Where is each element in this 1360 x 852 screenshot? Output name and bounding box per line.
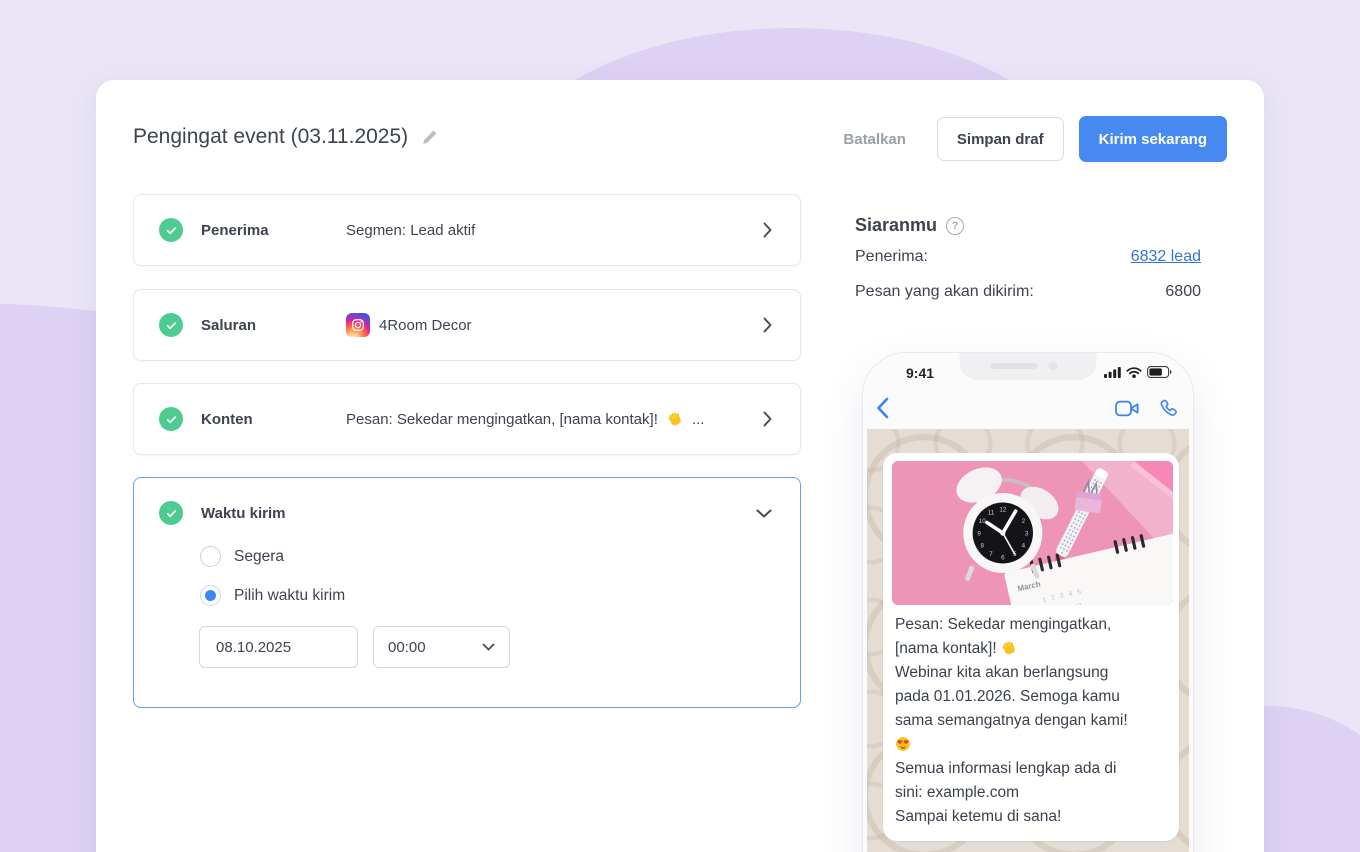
step-label: Waktu kirim — [201, 504, 286, 522]
svg-text:7: 7 — [989, 551, 993, 558]
date-input[interactable]: 08.10.2025 — [199, 626, 358, 668]
wave-emoji — [1002, 641, 1015, 655]
edit-title-pencil-icon[interactable] — [421, 129, 438, 146]
status-bar-time: 9:41 — [906, 365, 935, 381]
preview-photo: March 1 2 3 4 5 7 8 9 10 11 12 14 15 16 … — [892, 461, 1173, 605]
svg-text:8: 8 — [981, 542, 985, 549]
heart-eyes-emoji — [896, 737, 910, 751]
radio-label: Segera — [234, 547, 284, 565]
step-row[interactable]: Saluran 4Room Decor — [134, 290, 800, 360]
instagram-icon — [346, 313, 370, 337]
wifi-icon — [1126, 366, 1142, 378]
time-value: 00:00 — [388, 638, 426, 656]
step-card-konten[interactable]: Konten Pesan: Sekedar mengingatkan, [nam… — [133, 383, 801, 455]
phone-notch — [959, 353, 1097, 380]
svg-text:2: 2 — [1022, 518, 1026, 525]
time-select[interactable]: 00:00 — [373, 626, 510, 668]
page-title: Pengingat event (03.11.2025) — [133, 125, 438, 149]
chevron-down-icon — [756, 509, 772, 518]
messages-label: Pesan yang akan dikirim: — [855, 283, 1034, 300]
step-label: Konten — [201, 410, 253, 428]
radio-option-segera[interactable]: Segera — [200, 546, 284, 567]
step-value: Pesan: Sekedar mengingatkan, [nama konta… — [346, 410, 705, 428]
chat-background: March 1 2 3 4 5 7 8 9 10 11 12 14 15 16 … — [867, 429, 1189, 852]
svg-text:11: 11 — [988, 509, 995, 516]
check-icon — [159, 407, 183, 431]
video-call-icon — [1115, 400, 1139, 417]
summary-row-messages: Pesan yang akan dikirim: 6800 — [855, 283, 1201, 301]
step-card-penerima[interactable]: Penerima Segmen: Lead aktif — [133, 194, 801, 266]
date-value: 08.10.2025 — [216, 638, 292, 656]
recipients-count-link[interactable]: 6832 lead — [1131, 248, 1201, 266]
chat-header-icons — [1115, 399, 1178, 418]
check-icon — [159, 501, 183, 525]
page-background: Pengingat event (03.11.2025) Batalkan Si… — [0, 0, 1360, 852]
cancel-button[interactable]: Batalkan — [837, 130, 912, 149]
battery-icon — [1147, 366, 1172, 378]
svg-text:6: 6 — [1001, 554, 1005, 561]
radio-icon-unselected[interactable] — [200, 546, 221, 567]
summary-title-text: Siaranmu — [855, 215, 938, 235]
step-card-waktu-kirim: Waktu kirim Segera Pilih waktu kirim 08.… — [133, 477, 801, 708]
step-label: Penerima — [201, 221, 269, 239]
step-value: 4Room Decor — [346, 313, 751, 337]
summary-row-recipients: Penerima: 6832 lead — [855, 248, 1201, 266]
campaign-title-text: Pengingat event (03.11.2025) — [133, 125, 409, 148]
signal-icon — [1104, 366, 1121, 378]
recipients-label: Penerima: — [855, 248, 928, 265]
waktu-kirim-header[interactable]: Waktu kirim — [159, 501, 772, 525]
message-bubble: March 1 2 3 4 5 7 8 9 10 11 12 14 15 16 … — [883, 453, 1179, 841]
step-row[interactable]: Penerima Segmen: Lead aktif — [134, 195, 800, 265]
campaign-editor-card: Pengingat event (03.11.2025) Batalkan Si… — [96, 80, 1264, 852]
check-icon — [159, 313, 183, 337]
svg-text:4: 4 — [1022, 542, 1026, 549]
send-now-button[interactable]: Kirim sekarang — [1078, 116, 1227, 162]
help-icon[interactable]: ? — [946, 216, 965, 235]
wave-emoji — [668, 412, 681, 426]
step-card-saluran[interactable]: Saluran 4Room Decor — [133, 289, 801, 361]
save-draft-button[interactable]: Simpan draf — [936, 117, 1064, 161]
svg-text:3: 3 — [1025, 530, 1029, 537]
summary-title: Siaranmu ? — [855, 215, 965, 236]
back-chevron-icon — [876, 397, 889, 419]
chevron-down-icon — [482, 643, 495, 651]
messages-count: 6800 — [1165, 283, 1201, 300]
status-bar-icons — [1104, 366, 1172, 378]
svg-text:10: 10 — [979, 518, 986, 525]
radio-icon-selected[interactable] — [200, 585, 221, 606]
speaker-slot — [990, 363, 1038, 369]
radio-label: Pilih waktu kirim — [234, 586, 346, 604]
camera-dot — [1048, 361, 1057, 370]
header-actions: Batalkan Simpan draf Kirim sekarang — [837, 116, 1227, 162]
message-text: Pesan: Sekedar mengingatkan, [nama konta… — [895, 616, 1128, 825]
chevron-right-icon — [763, 411, 772, 427]
step-row[interactable]: Konten Pesan: Sekedar mengingatkan, [nam… — [134, 384, 800, 454]
svg-text:9: 9 — [977, 530, 981, 537]
step-label: Saluran — [201, 316, 257, 334]
step-value: Segmen: Lead aktif — [346, 221, 476, 239]
svg-text:12: 12 — [999, 506, 1006, 513]
check-icon — [159, 218, 183, 242]
chevron-right-icon — [763, 222, 772, 238]
radio-option-pilih-waktu-kirim[interactable]: Pilih waktu kirim — [200, 585, 345, 606]
phone-preview: 9:41 March 1 2 3 4 5 12 2 3 4 6 7 8 9 10… — [862, 352, 1194, 852]
chevron-right-icon — [763, 317, 772, 333]
channel-name: 4Room Decor — [379, 316, 472, 334]
phone-call-icon — [1159, 399, 1178, 418]
